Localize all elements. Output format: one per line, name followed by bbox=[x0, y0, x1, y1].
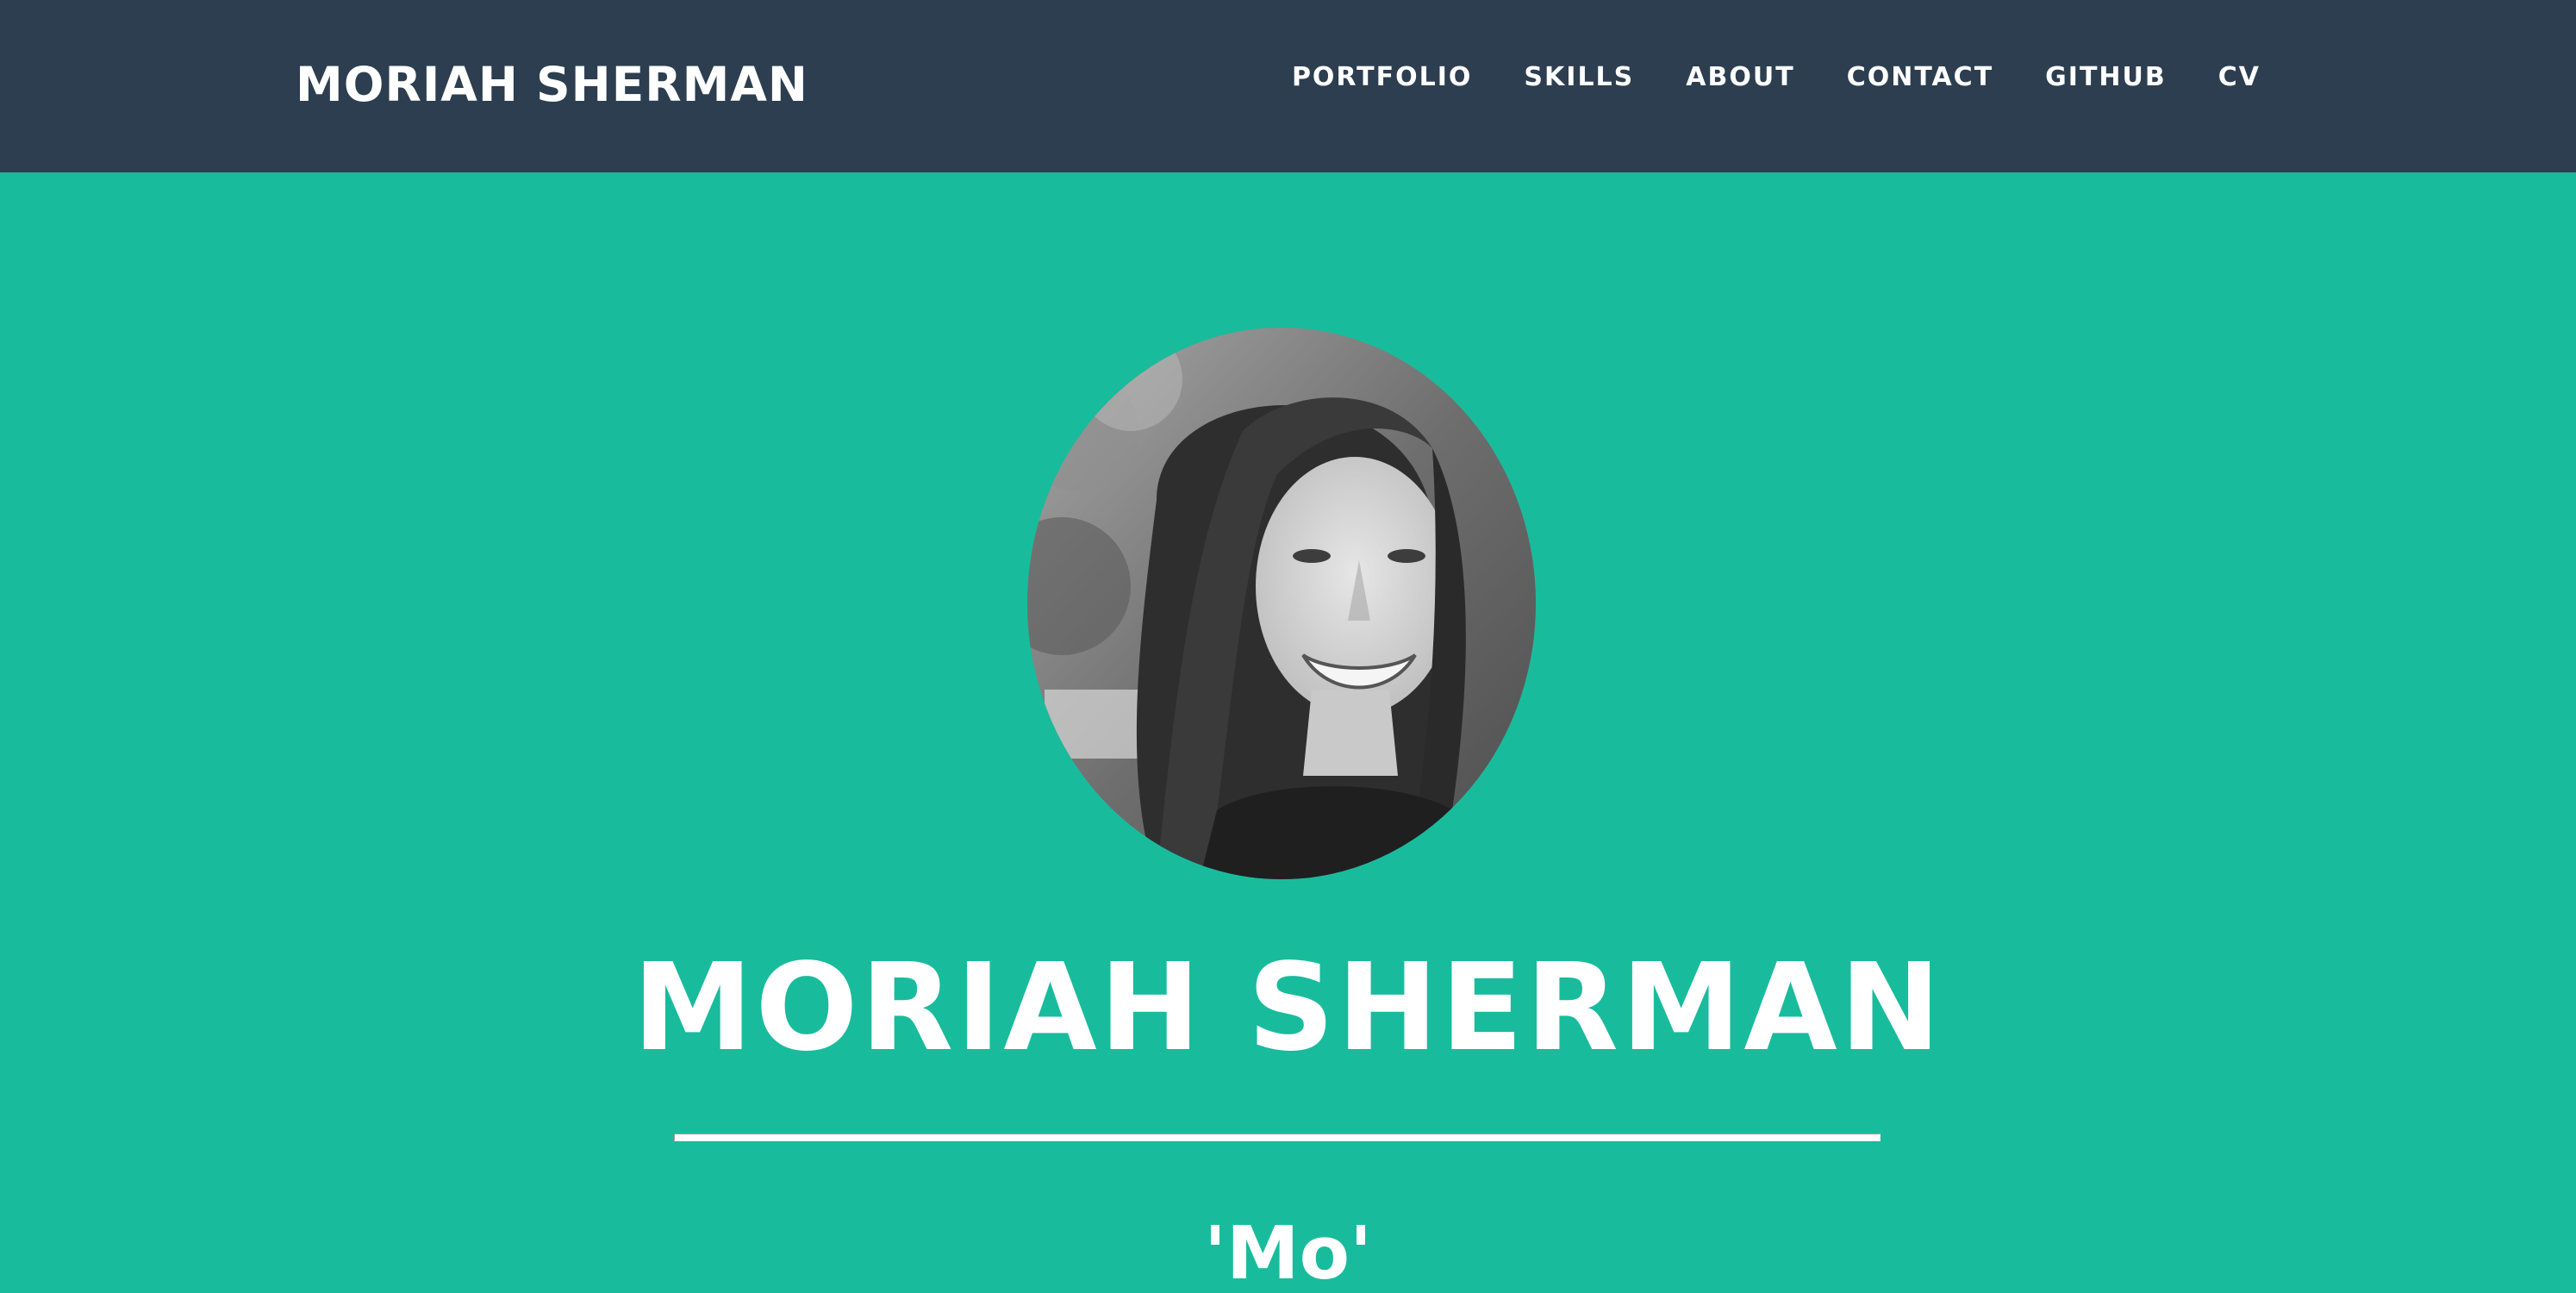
profile-photo-illustration bbox=[1027, 328, 1536, 879]
hero-section: MORIAH SHERMAN 'Mo' bbox=[0, 172, 2576, 1293]
title-divider bbox=[674, 1134, 1881, 1141]
nav-item-github: GITHUB bbox=[2045, 59, 2167, 97]
nav-item-skills: SKILLS bbox=[1524, 59, 1634, 97]
navbar: MORIAH SHERMAN PORTFOLIO SKILLS ABOUT CO… bbox=[0, 0, 2576, 172]
nav-link-github[interactable]: GITHUB bbox=[2045, 59, 2167, 97]
nav-item-contact: CONTACT bbox=[1847, 59, 1993, 97]
nav-link-contact[interactable]: CONTACT bbox=[1847, 59, 1993, 97]
nav-item-about: ABOUT bbox=[1686, 59, 1794, 97]
profile-photo bbox=[1027, 328, 1536, 879]
nav-link-cv[interactable]: CV bbox=[2218, 59, 2261, 97]
nav-item-cv: CV bbox=[2218, 59, 2261, 97]
nav-item-portfolio: PORTFOLIO bbox=[1292, 59, 1472, 97]
nav-link-skills[interactable]: SKILLS bbox=[1524, 59, 1634, 97]
nav-link-portfolio[interactable]: PORTFOLIO bbox=[1292, 59, 1472, 97]
brand-link[interactable]: MORIAH SHERMAN bbox=[296, 53, 808, 116]
hero-nickname: 'Mo' bbox=[1203, 1211, 1373, 1293]
hero-title: MORIAH SHERMAN bbox=[633, 938, 1943, 1078]
nav-links: PORTFOLIO SKILLS ABOUT CONTACT GITHUB CV bbox=[1292, 59, 2261, 97]
nav-link-about[interactable]: ABOUT bbox=[1686, 59, 1794, 97]
